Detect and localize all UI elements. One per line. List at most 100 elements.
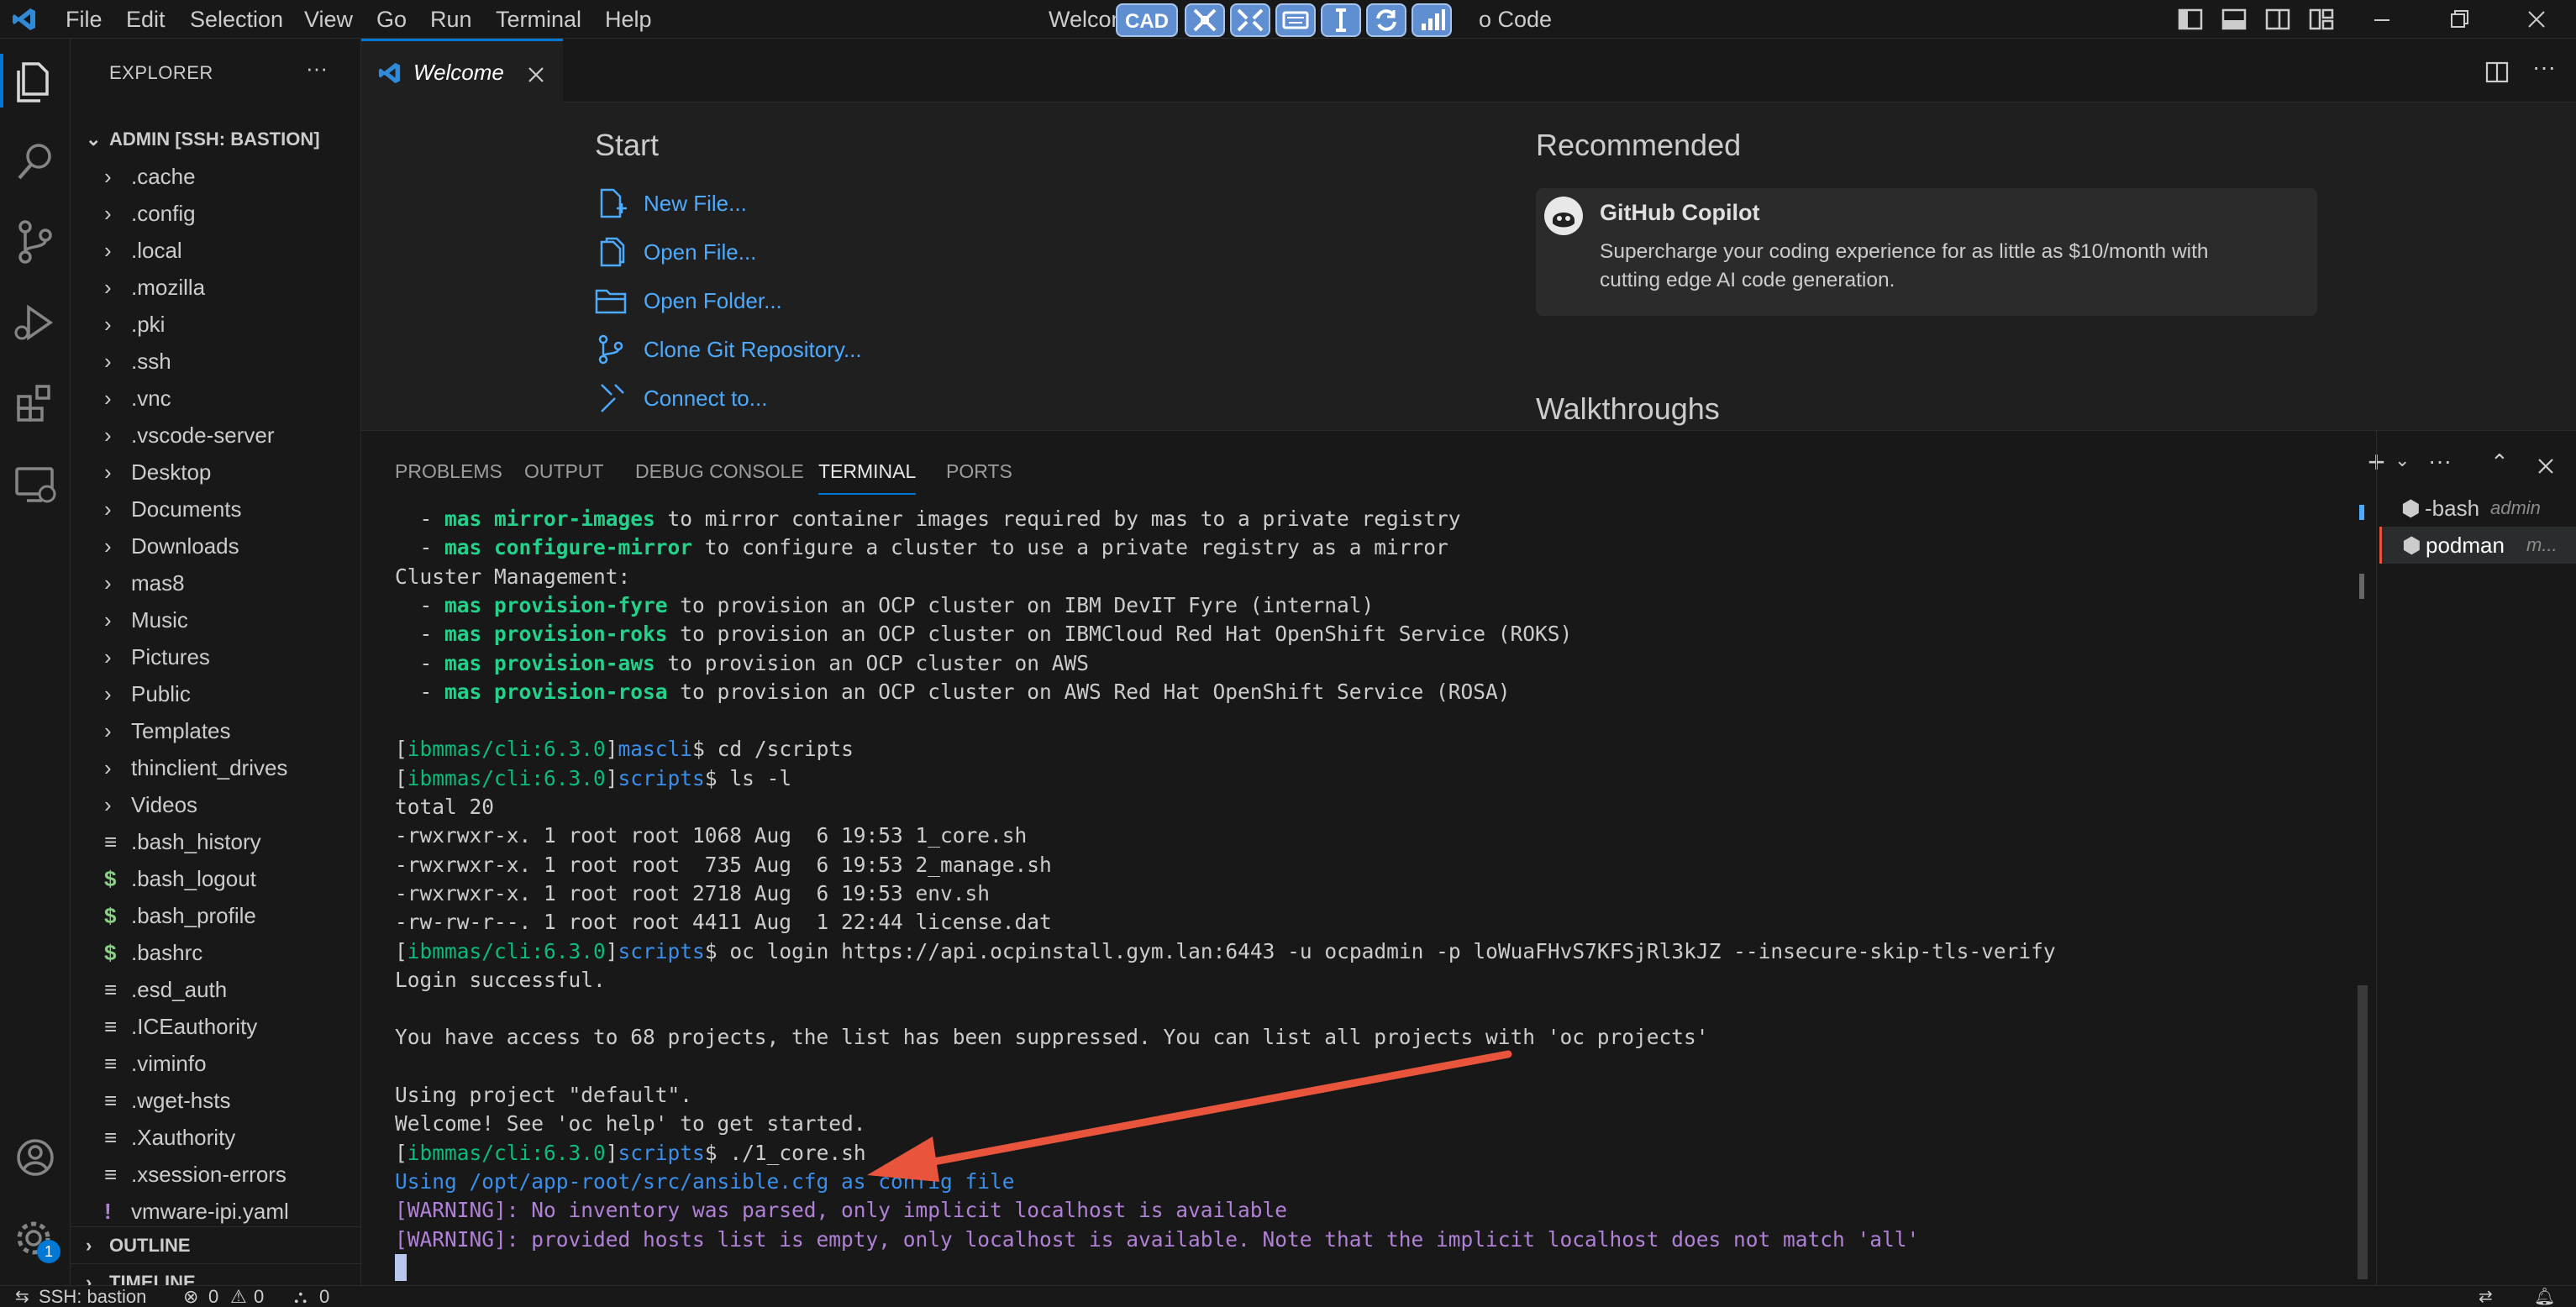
copilot-icon (1544, 197, 1583, 235)
outline-section[interactable]: › OUTLINE (71, 1226, 361, 1263)
folder-item[interactable]: › Pictures (71, 638, 361, 675)
folder-item[interactable]: › Templates (71, 712, 361, 749)
terminal-line: [WARNING]: No inventory was parsed, only… (395, 1196, 1287, 1225)
editor-tab-bar: Welcome ··· (361, 39, 2576, 102)
menu-go[interactable]: Go (376, 0, 407, 39)
fullscreen-icon[interactable] (1230, 3, 1270, 37)
folder-item[interactable]: › .pki (71, 306, 361, 343)
folder-item[interactable]: › .config (71, 195, 361, 232)
file-item[interactable]: ≡ .xsession-errors (71, 1156, 361, 1193)
folder-item[interactable]: › .ssh (71, 343, 361, 380)
new-file-link[interactable]: New File... (600, 181, 747, 225)
shrink-icon[interactable] (1185, 3, 1225, 37)
folder-item[interactable]: › thinclient_drives (71, 749, 361, 786)
close-window-icon[interactable] (2522, 5, 2551, 34)
workspace-root-header[interactable]: ⌄ ADMIN [SSH: BASTION] (71, 121, 361, 158)
folder-item[interactable]: › .vnc (71, 380, 361, 417)
chevron-right-icon: › (104, 423, 112, 448)
folder-item[interactable]: › .cache (71, 158, 361, 195)
feedback-icon[interactable]: ⇄ (2479, 1286, 2493, 1307)
file-item[interactable]: ≡ .bash_history (71, 823, 361, 860)
explorer-icon[interactable] (8, 54, 62, 108)
folder-item[interactable]: › Documents (71, 491, 361, 528)
file-item[interactable]: $ .bash_logout (71, 860, 361, 897)
split-editor-icon[interactable] (2484, 59, 2510, 86)
run-debug-icon[interactable] (8, 296, 62, 349)
source-control-icon[interactable] (8, 215, 62, 269)
open-file-icon (600, 237, 625, 267)
remote-indicator[interactable]: ⇆ SSH: bastion (0, 1286, 168, 1307)
notifications-bell-icon[interactable]: 🔔︎ (2534, 1286, 2555, 1307)
file-item[interactable]: ≡ .viminfo (71, 1045, 361, 1082)
keyboard-icon[interactable] (1275, 3, 1316, 37)
customize-layout-icon[interactable] (2307, 5, 2336, 34)
folder-item[interactable]: › Desktop (71, 454, 361, 491)
file-item[interactable]: ≡ .esd_auth (71, 971, 361, 1008)
folder-item[interactable]: › Videos (71, 786, 361, 823)
github-copilot-card[interactable]: GitHub Copilot Supercharge your coding e… (1536, 188, 2317, 316)
prompt-directory: scripts (618, 938, 705, 963)
tab-problems[interactable]: PROBLEMS (395, 448, 502, 495)
terminal-line: Welcome! See 'oc help' to get started. (395, 1110, 866, 1138)
menu-terminal[interactable]: Terminal (496, 0, 581, 39)
problems-indicator[interactable]: ⊗ 0 ⚠ 0 (183, 1286, 284, 1307)
file-item[interactable]: ≡ .Xauthority (71, 1119, 361, 1156)
command-description: to provision an OCP cluster on AWS Red H… (667, 679, 1511, 704)
file-item[interactable]: ! vmware-ipi.yaml (71, 1193, 361, 1230)
cad-button[interactable]: CAD (1116, 3, 1178, 37)
open-file-link[interactable]: Open File... (600, 230, 756, 274)
scroll-marker (2359, 574, 2364, 599)
toggle-sidebar-icon[interactable] (2176, 5, 2205, 34)
minimize-icon[interactable] (2368, 5, 2396, 34)
text-cursor-icon[interactable] (1321, 3, 1361, 37)
folder-icon (595, 289, 627, 314)
open-folder-link[interactable]: Open Folder... (595, 279, 782, 323)
file-item[interactable]: $ .bashrc (71, 934, 361, 971)
terminal-instance-podman[interactable]: ⬢ podman m... (2379, 527, 2576, 564)
accounts-icon[interactable] (8, 1131, 62, 1184)
terminal-instance-bash[interactable]: ⬢ -bash admin (2389, 490, 2576, 527)
extensions-icon[interactable] (8, 376, 62, 430)
toggle-secondary-sidebar-icon[interactable] (2263, 5, 2292, 34)
search-icon[interactable] (8, 134, 62, 188)
tab-output[interactable]: OUTPUT (524, 448, 604, 495)
file-type-icon: ≡ (104, 829, 118, 854)
folder-item[interactable]: › mas8 (71, 564, 361, 601)
file-item[interactable]: ≡ .wget-hsts (71, 1082, 361, 1119)
folder-item[interactable]: › Downloads (71, 528, 361, 564)
chevron-right-icon: › (104, 238, 112, 263)
folder-item[interactable]: › .vscode-server (71, 417, 361, 454)
command-name: mas provision-roks (444, 622, 668, 647)
tab-debug-console[interactable]: DEBUG CONSOLE (635, 448, 804, 495)
refresh-icon[interactable] (1366, 3, 1406, 37)
tab-terminal[interactable]: TERMINAL (818, 448, 917, 495)
menu-selection[interactable]: Selection (190, 0, 283, 39)
close-tab-icon[interactable] (526, 65, 546, 85)
editor-more-actions-icon[interactable]: ··· (2532, 54, 2556, 81)
menu-edit[interactable]: Edit (126, 0, 166, 39)
restore-icon[interactable] (2445, 5, 2473, 34)
more-actions-icon[interactable]: ··· (306, 55, 328, 81)
recommended-heading: Recommended (1536, 128, 1742, 162)
menu-help[interactable]: Help (605, 0, 652, 39)
remote-explorer-icon[interactable] (8, 457, 62, 511)
signal-icon[interactable] (1412, 3, 1452, 37)
tab-ports[interactable]: PORTS (946, 448, 1012, 495)
folder-item[interactable]: › Public (71, 675, 361, 712)
folder-item[interactable]: › Music (71, 601, 361, 638)
ports-indicator[interactable]: ⛬ 0 (294, 1286, 361, 1307)
terminal-scrollbar[interactable] (2358, 985, 2368, 1279)
toggle-panel-icon[interactable] (2220, 5, 2248, 34)
menu-view[interactable]: View (304, 0, 353, 39)
folder-item[interactable]: › .local (71, 232, 361, 269)
file-type-icon: ! (104, 1199, 112, 1224)
menu-file[interactable]: File (66, 0, 103, 39)
folder-item[interactable]: › .mozilla (71, 269, 361, 306)
menu-run[interactable]: Run (430, 0, 472, 39)
tab-welcome[interactable]: Welcome (361, 39, 563, 102)
chevron-right-icon: › (104, 459, 112, 485)
file-item[interactable]: ≡ .ICEauthority (71, 1008, 361, 1045)
clone-git-link[interactable]: Clone Git Repository... (598, 328, 862, 371)
connect-to-link[interactable]: Connect to... (601, 376, 767, 420)
file-item[interactable]: $ .bash_profile (71, 897, 361, 934)
